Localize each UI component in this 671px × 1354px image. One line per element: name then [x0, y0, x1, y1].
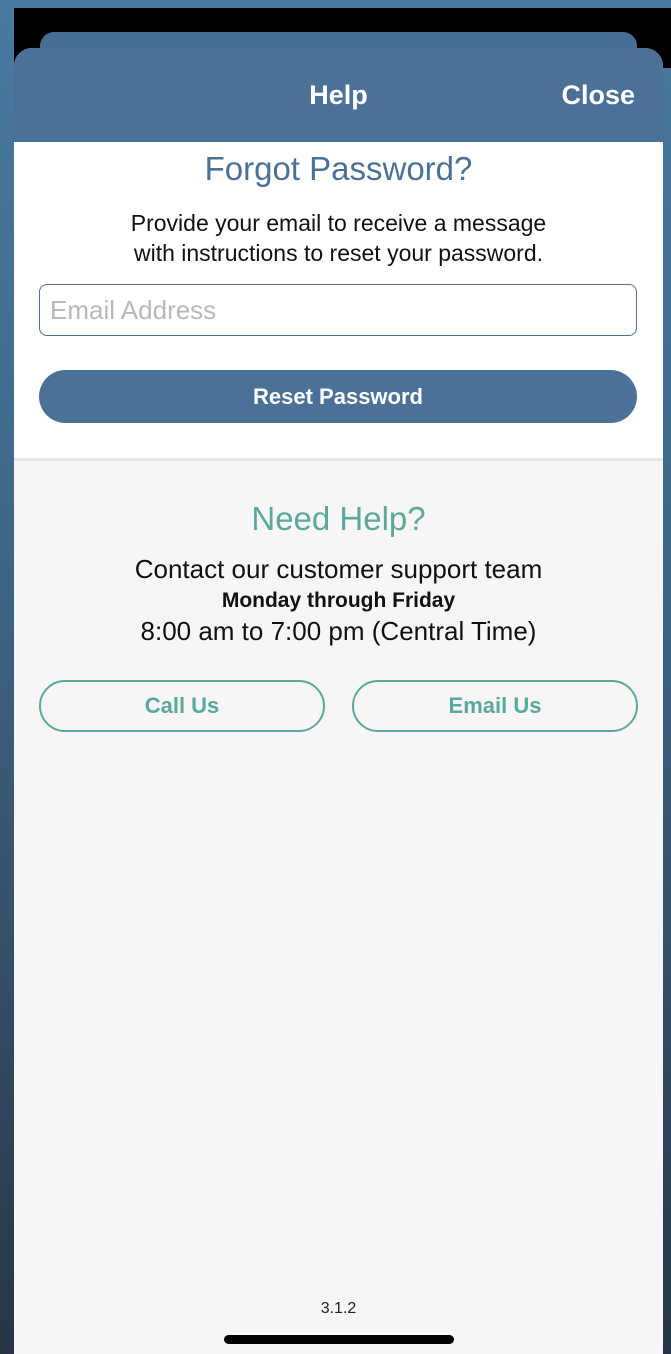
call-us-button[interactable]: Call Us	[39, 680, 325, 732]
app-version: 3.1.2	[320, 1300, 357, 1317]
support-hours-text: 8:00 am to 7:00 pm (Central Time)	[140, 616, 537, 646]
forgot-password-description: Provide your email to receive a message …	[14, 208, 663, 268]
support-team-text: Contact our customer support team	[134, 554, 543, 584]
forgot-password-section: Forgot Password? Provide your email to r…	[14, 142, 663, 461]
navigation-bar: Help Close	[14, 48, 663, 142]
email-address-input[interactable]	[39, 284, 637, 336]
forgot-password-title: Forgot Password?	[204, 150, 473, 187]
close-button[interactable]: Close	[561, 80, 635, 111]
support-days-text: Monday through Friday	[221, 589, 456, 612]
description-line-2: with instructions to reset your password…	[133, 240, 544, 266]
help-sheet: Help Close Forgot Password? Provide your…	[14, 48, 663, 1354]
home-indicator[interactable]	[224, 1335, 454, 1344]
reset-password-button[interactable]: Reset Password	[39, 370, 637, 423]
description-line-1: Provide your email to receive a message	[130, 210, 547, 236]
email-us-button[interactable]: Email Us	[352, 680, 638, 732]
need-help-title: Need Help?	[251, 500, 426, 537]
